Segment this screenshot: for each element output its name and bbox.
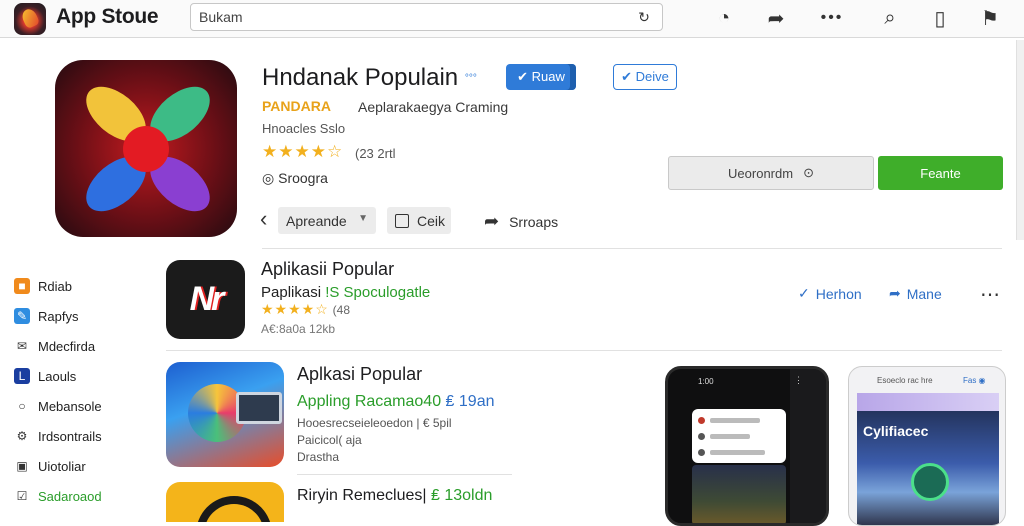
share-arrow-icon: ➦ bbox=[484, 211, 500, 231]
orange-square-icon: ■ bbox=[14, 278, 30, 294]
top-bar: App Stoue ↻ ◔ ➦ ••• ⌕ ▯ ⚑ bbox=[0, 0, 1024, 38]
account-icon[interactable]: ◔ bbox=[710, 4, 738, 32]
info-icon: ⊙ bbox=[803, 165, 814, 180]
bookmark-icon[interactable]: ⚑ bbox=[976, 4, 1004, 32]
pin-icon: ◎ bbox=[262, 170, 275, 186]
sidebar-item-rdiab[interactable]: ■ Rdiab bbox=[14, 276, 144, 296]
herhon-link[interactable]: ✓ Herhon bbox=[798, 285, 862, 302]
app-icon-3[interactable] bbox=[166, 482, 284, 522]
device-badge-button[interactable]: ✔ Deive bbox=[613, 64, 677, 90]
tablet-banner bbox=[857, 393, 999, 411]
sidebar-item-mebansole[interactable]: ○ Mebansole bbox=[14, 396, 144, 416]
hero-app-title: Hndanak Populain °°° bbox=[262, 64, 477, 91]
tablet-header-right: Fas ◉ bbox=[963, 376, 986, 385]
app-extra-1: A€:8a0a 12kb bbox=[261, 322, 336, 336]
divider bbox=[166, 350, 1002, 351]
share-link-2[interactable]: ➦ Mane bbox=[889, 285, 942, 302]
get-button[interactable]: Feante bbox=[878, 156, 1003, 190]
more-icon[interactable]: ⋯ bbox=[980, 282, 1000, 307]
chat-icon: ○ bbox=[18, 399, 26, 413]
checkbox[interactable] bbox=[395, 213, 409, 228]
phone-game-preview bbox=[692, 465, 786, 523]
scrollbar[interactable] bbox=[1016, 40, 1024, 240]
check-icon: ✓ bbox=[798, 285, 810, 301]
mail-icon: ✉ bbox=[16, 339, 28, 353]
divider bbox=[297, 474, 512, 475]
search-bar[interactable]: ↻ bbox=[190, 3, 663, 31]
chevron-left-icon[interactable]: ‹ bbox=[260, 206, 267, 232]
secondary-action-button[interactable]: Ueoronrdm ⊙ bbox=[668, 156, 874, 190]
developer-name[interactable]: Aeplarakaegya Craming bbox=[358, 99, 508, 115]
app-detail-line: Paicicol( aja bbox=[297, 433, 362, 447]
share-arrow-icon: ➦ bbox=[889, 285, 901, 301]
app-title-1[interactable]: Aplikasii Popular bbox=[261, 259, 394, 280]
sidebar-item-laouls[interactable]: L Laouls bbox=[14, 366, 144, 386]
refresh-icon[interactable]: ↻ bbox=[636, 9, 652, 25]
sidebar-item-mdecfirda[interactable]: ✉ Mdecfirda bbox=[14, 336, 144, 356]
sidebar-item-uiotoliar[interactable]: ▣ Uiotoliar bbox=[14, 456, 144, 476]
app-store-logo-icon bbox=[14, 3, 46, 35]
settings-icon: ⚙ bbox=[16, 429, 28, 443]
hero-app-icon[interactable] bbox=[55, 60, 237, 237]
tablet-screenshot[interactable]: Esoeclo rac hre Fas ◉ Cylifiacec bbox=[848, 366, 1006, 526]
install-badge-button[interactable]: ✔ Ruaw bbox=[506, 64, 576, 90]
phone-status-time: 1:00 bbox=[698, 377, 714, 386]
chevron-down-icon: ▼ bbox=[358, 213, 368, 224]
app-title-3[interactable]: Riryin Remeclues| ₤ 13oldn bbox=[297, 487, 492, 505]
share-icon[interactable]: ➦ bbox=[762, 4, 790, 32]
app-detail-line: Hooesrecseieleoedon | € 5pil bbox=[297, 416, 452, 430]
app-detail-line: Drastha bbox=[297, 450, 340, 464]
app-title-2[interactable]: Aplkasi Popular bbox=[297, 364, 422, 385]
hero-rating-count: (23 2rtl bbox=[355, 146, 396, 161]
phone-screenshot[interactable]: 1:00 ⋮ bbox=[665, 366, 829, 526]
hero-category[interactable]: ◎ Sroogra bbox=[262, 170, 328, 187]
app-subtitle-2: Appling Racamao40 ₤ 19an bbox=[297, 393, 495, 410]
app-title: App Stoue bbox=[56, 5, 159, 28]
more-icon: ⋮ bbox=[794, 375, 803, 385]
phone-card bbox=[692, 409, 786, 463]
game-emblem-icon bbox=[911, 463, 949, 501]
developer-logo: PANDARA bbox=[262, 98, 331, 114]
divider bbox=[262, 248, 1002, 249]
sidebar-item-sadaroaod[interactable]: ☑ Sadaroaod bbox=[14, 486, 144, 506]
sidebar-item-irdsontrails[interactable]: ⚙ Irdsontrails bbox=[14, 426, 144, 446]
app-icon-2[interactable] bbox=[166, 362, 284, 467]
checkbox-icon: ☑ bbox=[16, 489, 28, 503]
sidebar-item-rapfys[interactable]: ✎ Rapfys bbox=[14, 306, 144, 326]
tablet-title: Cylifiacec bbox=[863, 423, 929, 439]
hero-meta: Hnoacles Sslo bbox=[262, 121, 346, 136]
version-dropdown[interactable]: Apreande ▼ bbox=[278, 207, 376, 234]
more-icon[interactable]: ••• bbox=[818, 4, 846, 32]
search-icon[interactable]: ⌕ bbox=[876, 4, 904, 32]
hero-rating-stars: ★★★★☆ bbox=[262, 142, 344, 161]
app-icon-1[interactable]: Nr bbox=[166, 260, 245, 339]
app-subtitle-1: Paplikasi !S Spoculogatle bbox=[261, 284, 431, 301]
logo-icon: L bbox=[14, 368, 30, 384]
app-rating-1: ★★★★☆ (48 bbox=[261, 301, 350, 317]
tablet-header: Esoeclo rac hre bbox=[877, 376, 933, 385]
share-link[interactable]: ➦ Srroaps bbox=[484, 211, 558, 232]
window-icon: ▣ bbox=[16, 459, 28, 473]
library-icon[interactable]: ▯ bbox=[926, 4, 954, 32]
checkbox-chip[interactable]: Ceik bbox=[387, 207, 451, 234]
edit-icon: ✎ bbox=[14, 308, 30, 324]
search-input[interactable] bbox=[199, 7, 619, 27]
phone-sidebar bbox=[790, 369, 826, 523]
